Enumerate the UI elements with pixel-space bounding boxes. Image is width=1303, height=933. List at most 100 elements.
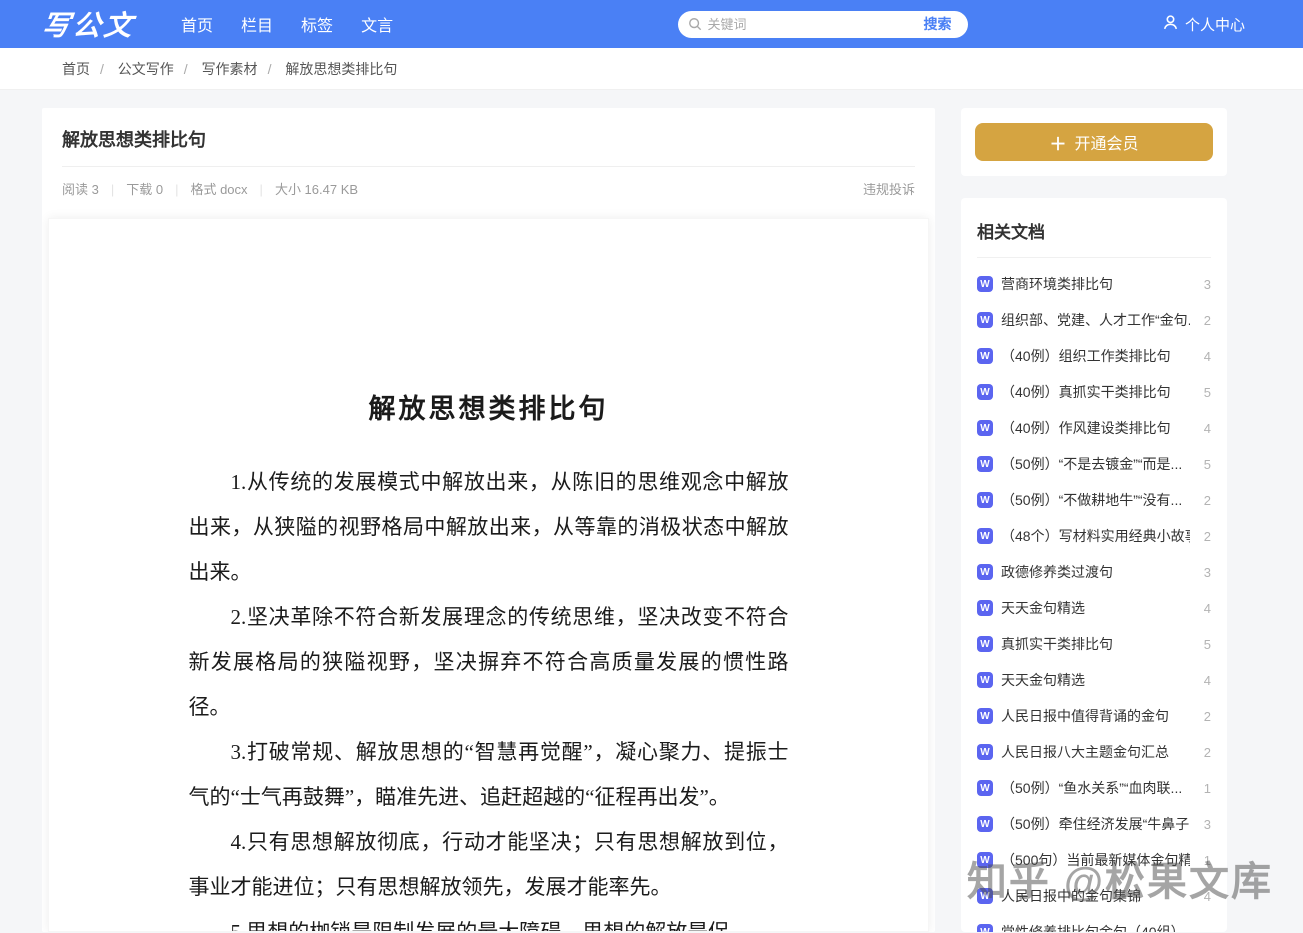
- related-doc-title: 人民日报中值得背诵的金句: [1001, 708, 1169, 724]
- related-doc-count: 2: [1203, 312, 1211, 328]
- breadcrumb-segment: 公文写作: [90, 59, 174, 79]
- word-doc-icon: W: [977, 780, 993, 796]
- word-doc-icon: W: [977, 672, 993, 688]
- related-doc-item[interactable]: W 天天金句精选 4: [977, 662, 1211, 698]
- user-center-label: 个人中心: [1184, 16, 1245, 34]
- related-doc-item[interactable]: W （50例）“鱼水关系”“血肉联... 1: [977, 770, 1211, 806]
- related-doc-item[interactable]: W 天天金句精选 4: [977, 590, 1211, 626]
- related-doc-count: 4: [1203, 600, 1211, 616]
- word-doc-icon: W: [977, 492, 993, 508]
- related-doc-title: 组织部、党建、人才工作“金句...: [1001, 312, 1190, 328]
- breadcrumb-item[interactable]: 写作素材: [202, 61, 258, 77]
- word-doc-icon: W: [977, 816, 993, 832]
- word-doc-icon: W: [977, 600, 993, 616]
- breadcrumb-item[interactable]: 首页: [62, 61, 90, 77]
- related-doc-count: 2: [1203, 708, 1211, 724]
- related-doc-count: 5: [1203, 384, 1211, 400]
- related-doc-item[interactable]: W （40例）真抓实干类排比句 5: [977, 374, 1211, 410]
- related-doc-count: 1: [1203, 780, 1211, 796]
- document-title: 解放思想类排比句: [368, 394, 609, 424]
- document-body: 1.从传统的发展模式中解放出来，从陈旧的思维观念中解放出来，从狭隘的视野格局中解…: [188, 460, 789, 932]
- breadcrumb-segment: 解放思想类排比句: [258, 59, 397, 79]
- related-doc-item[interactable]: W 党性修养排比句金句（40组）: [977, 914, 1211, 932]
- user-center-link[interactable]: 个人中心: [1162, 14, 1245, 35]
- related-doc-count: 3: [1203, 276, 1211, 292]
- word-doc-icon: W: [977, 456, 993, 472]
- report-link[interactable]: 违规投诉: [863, 179, 915, 198]
- related-doc-item[interactable]: W 政德修养类过渡句 3: [977, 554, 1211, 590]
- article-header: 解放思想类排比句 阅读 3 下载 0 格式 docx 大小 16.47 KB 违…: [42, 108, 935, 208]
- nav-item[interactable]: 标签: [301, 12, 333, 36]
- related-doc-item[interactable]: W （40例）组织工作类排比句 4: [977, 338, 1211, 374]
- sidebar: ＋ 开通会员 相关文档 W 营商环境类排比句 3 W 组织部、党建、人才工作“金…: [961, 108, 1227, 932]
- search-button[interactable]: 搜索: [908, 11, 968, 38]
- document-page: 解放思想类排比句 1.从传统的发展模式中解放出来，从陈旧的思维观念中解放出来，从…: [188, 219, 789, 932]
- article-meta: 阅读 3 下载 0 格式 docx 大小 16.47 KB 违规投诉: [62, 167, 915, 208]
- related-doc-title: 人民日报中的金句集锦: [1001, 888, 1141, 904]
- word-doc-icon: W: [977, 708, 993, 724]
- breadcrumb-item[interactable]: 公文写作: [118, 61, 174, 77]
- related-doc-title: （50例）“鱼水关系”“血肉联...: [1001, 780, 1183, 796]
- site-logo[interactable]: 写公文: [40, 4, 137, 44]
- related-doc-item[interactable]: W 人民日报八大主题金句汇总 2: [977, 734, 1211, 770]
- meta-reads: 阅读 3: [62, 182, 99, 197]
- breadcrumb-item[interactable]: 解放思想类排比句: [285, 61, 397, 77]
- related-doc-title: （40例）作风建设类排比句: [1001, 420, 1171, 436]
- word-doc-icon: W: [977, 528, 993, 544]
- related-doc-count: 4: [1203, 888, 1211, 904]
- main-nav: 首页 栏目 标签 文言: [181, 12, 393, 36]
- related-doc-item[interactable]: W 真抓实干类排比句 5: [977, 626, 1211, 662]
- related-doc-count: 4: [1203, 420, 1211, 436]
- related-doc-item[interactable]: W 人民日报中值得背诵的金句 2: [977, 698, 1211, 734]
- membership-label: 开通会员: [1074, 136, 1139, 153]
- related-doc-item[interactable]: W （48个）写材料实用经典小故事... 2: [977, 518, 1211, 554]
- related-doc-item[interactable]: W （500句）当前最新媒体金句精... 1: [977, 842, 1211, 878]
- search-input[interactable]: [707, 16, 908, 32]
- related-doc-title: 党性修养排比句金句（40组）: [1001, 924, 1185, 932]
- search-area: 搜索: [393, 10, 1162, 38]
- nav-item[interactable]: 栏目: [241, 12, 273, 36]
- word-doc-icon: W: [977, 924, 993, 932]
- document-preview[interactable]: 解放思想类排比句 1.从传统的发展模式中解放出来，从陈旧的思维观念中解放出来，从…: [48, 218, 929, 932]
- related-doc-item[interactable]: W （40例）作风建设类排比句 4: [977, 410, 1211, 446]
- word-doc-icon: W: [977, 420, 993, 436]
- page-title: 解放思想类排比句: [62, 126, 915, 167]
- related-doc-title: （40例）组织工作类排比句: [1001, 348, 1171, 364]
- word-doc-icon: W: [977, 564, 993, 580]
- related-doc-count: 1: [1203, 852, 1211, 868]
- word-doc-icon: W: [977, 312, 993, 328]
- related-doc-title: 天天金句精选: [1001, 600, 1085, 616]
- word-doc-icon: W: [977, 888, 993, 904]
- breadcrumb: 首页 公文写作 写作素材 解放思想类排比句: [62, 59, 397, 79]
- nav-item[interactable]: 首页: [181, 12, 213, 36]
- user-icon: [1162, 14, 1179, 35]
- word-doc-icon: W: [977, 636, 993, 652]
- document-paragraph: 5.思想的枷锁是限制发展的最大障碍，思想的解放是促: [230, 920, 730, 932]
- plus-icon: ＋: [1049, 134, 1067, 154]
- document-paragraph: 3.打破常规、解放思想的“智慧再觉醒”，凝心聚力、提振士气的“士气再鼓舞”，瞄准…: [188, 740, 789, 809]
- related-doc-item[interactable]: W 人民日报中的金句集锦 4: [977, 878, 1211, 914]
- nav-item[interactable]: 文言: [361, 12, 393, 36]
- related-doc-count: 3: [1203, 564, 1211, 580]
- content-area: 解放思想类排比句 阅读 3 下载 0 格式 docx 大小 16.47 KB 违…: [0, 90, 1303, 932]
- related-doc-title: （50例）“不做耕地牛”“没有...: [1001, 492, 1183, 508]
- related-doc-item[interactable]: W （50例）牵住经济发展“牛鼻子... 3: [977, 806, 1211, 842]
- related-docs-list: W 营商环境类排比句 3 W 组织部、党建、人才工作“金句... 2 W （40…: [977, 258, 1211, 932]
- related-doc-title: 政德修养类过渡句: [1001, 564, 1113, 580]
- search-box: 搜索: [677, 10, 968, 38]
- related-docs-card: 相关文档 W 营商环境类排比句 3 W 组织部、党建、人才工作“金句... 2: [961, 198, 1227, 932]
- related-doc-item[interactable]: W （50例）“不是去镀金”“而是... 5: [977, 446, 1211, 482]
- member-card: ＋ 开通会员: [961, 108, 1227, 176]
- related-doc-title: 天天金句精选: [1001, 672, 1085, 688]
- related-doc-item[interactable]: W 组织部、党建、人才工作“金句... 2: [977, 302, 1211, 338]
- related-doc-item[interactable]: W （50例）“不做耕地牛”“没有... 2: [977, 482, 1211, 518]
- related-doc-count: 4: [1203, 672, 1211, 688]
- meta-format: 格式 docx: [163, 179, 247, 198]
- related-doc-title: （50例）“不是去镀金”“而是...: [1001, 456, 1183, 472]
- related-doc-count: 2: [1203, 492, 1211, 508]
- word-doc-icon: W: [977, 744, 993, 760]
- related-doc-count: 4: [1203, 348, 1211, 364]
- related-doc-title: （40例）真抓实干类排比句: [1001, 384, 1171, 400]
- related-doc-item[interactable]: W 营商环境类排比句 3: [977, 266, 1211, 302]
- open-membership-button[interactable]: ＋ 开通会员: [975, 123, 1213, 161]
